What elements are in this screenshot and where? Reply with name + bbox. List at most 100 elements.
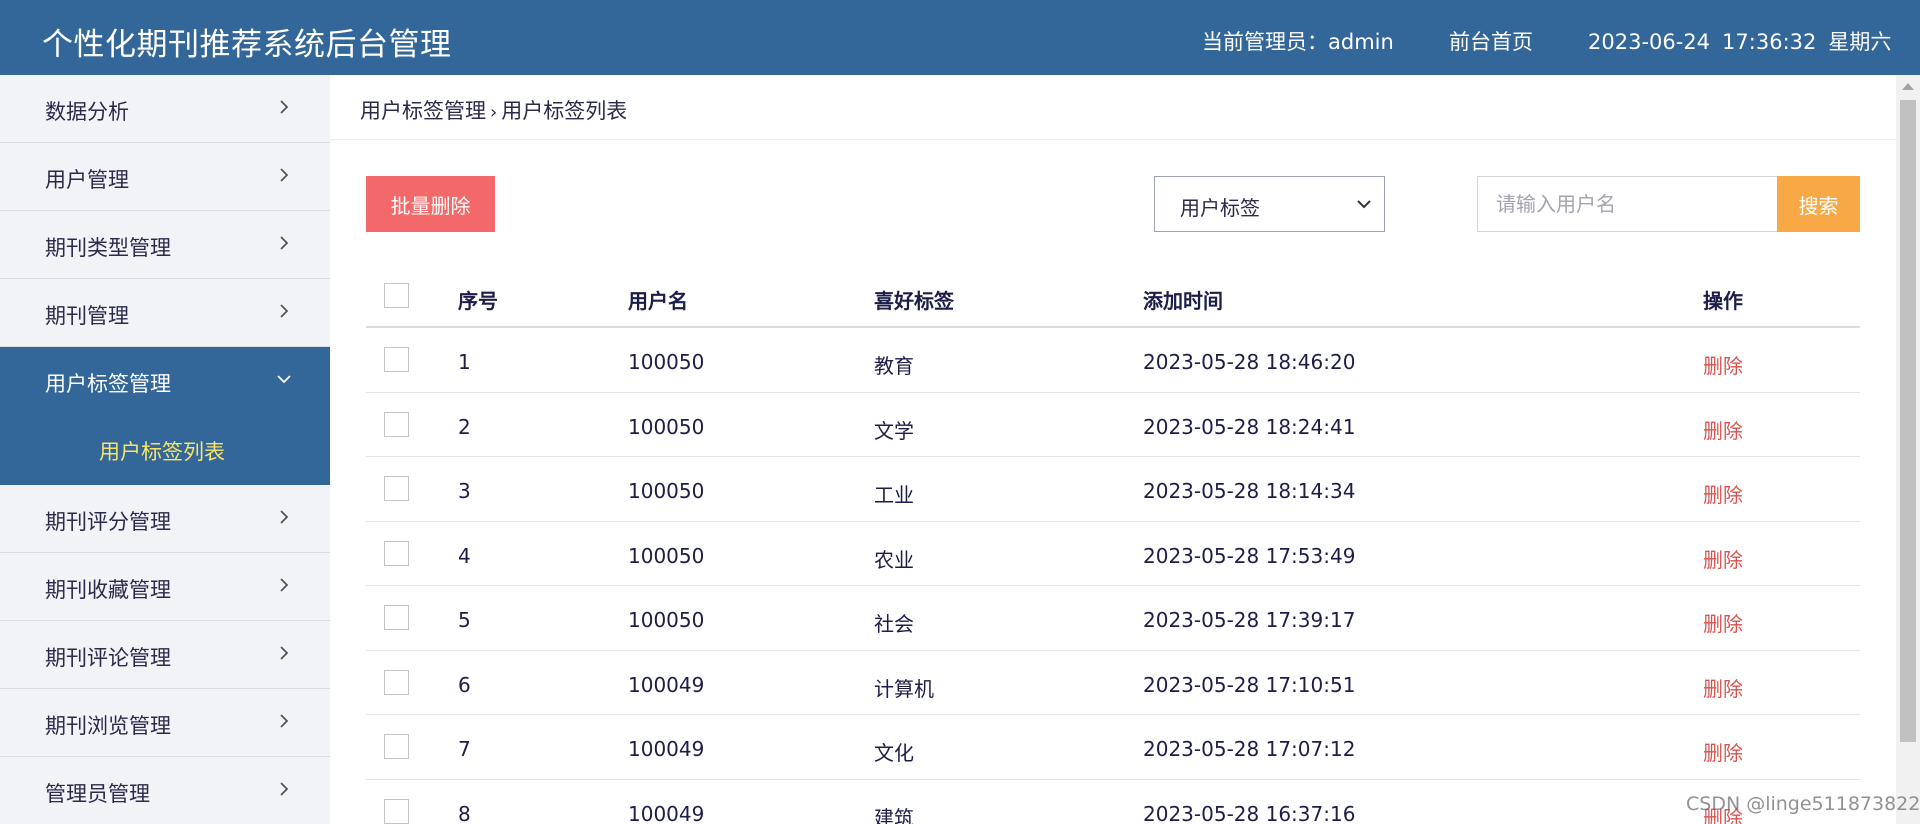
chevron-right-icon <box>280 714 289 728</box>
scrollbar-thumb[interactable] <box>1900 100 1916 742</box>
row-tag: 文化 <box>874 741 914 765</box>
row-time: 2023-05-28 17:07:12 <box>1143 737 1356 761</box>
row-tag: 工业 <box>874 483 914 507</box>
search-button[interactable]: 搜索 <box>1777 176 1860 232</box>
sidebar-item-label: 用户标签管理 <box>45 372 171 396</box>
sidebar-item-journal-management[interactable]: 期刊管理 <box>0 279 330 347</box>
row-username: 100050 <box>628 543 705 568</box>
sidebar-item-label: 期刊浏览管理 <box>45 714 171 738</box>
scroll-up-arrow-icon[interactable] <box>1902 83 1914 90</box>
row-username: 100050 <box>628 350 705 374</box>
select-value: 用户标签 <box>1180 196 1260 220</box>
table-header-row: 序号 用户名 喜好标签 添加时间 操作 <box>366 264 1860 328</box>
row-checkbox[interactable] <box>384 411 409 437</box>
sidebar-submenu-user-tag-list[interactable]: 用户标签列表 <box>0 415 330 485</box>
current-admin: 当前管理员：admin <box>1202 30 1394 54</box>
row-username: 100049 <box>628 801 705 824</box>
row-username: 100050 <box>628 479 705 503</box>
sidebar-item-label: 期刊评论管理 <box>45 646 171 670</box>
chevron-right-icon <box>280 782 289 796</box>
search-field-select[interactable]: 用户标签 <box>1154 176 1385 232</box>
tag-table: 序号 用户名 喜好标签 添加时间 操作 1 100050 教育 2023-05-… <box>366 264 1860 824</box>
row-delete-link[interactable]: 删除 <box>1703 415 1743 444</box>
sidebar-item-user-tag-management[interactable]: 用户标签管理 <box>0 347 330 415</box>
sidebar-item-journal-type-management[interactable]: 期刊类型管理 <box>0 211 330 279</box>
row-tag: 计算机 <box>874 676 934 701</box>
sidebar-item-user-management[interactable]: 用户管理 <box>0 143 330 211</box>
row-delete-link[interactable]: 删除 <box>1703 608 1743 637</box>
clock: 2023-06-24 17:36:32 星期六 <box>1588 26 1891 56</box>
row-tag: 文学 <box>874 418 914 443</box>
row-checkbox[interactable] <box>384 734 409 759</box>
sidebar-item-comment-management[interactable]: 期刊评论管理 <box>0 621 330 689</box>
row-seq: 6 <box>458 672 471 697</box>
row-seq: 5 <box>458 608 471 632</box>
main-content: 用户标签管理›用户标签列表 批量删除 用户标签 搜索 序号 用户名 喜好标签 添… <box>330 75 1896 824</box>
row-time: 2023-05-28 17:39:17 <box>1143 608 1356 632</box>
column-header-time: 添加时间 <box>1143 289 1223 313</box>
row-checkbox[interactable] <box>384 540 409 566</box>
row-delete-link[interactable]: 删除 <box>1703 544 1743 573</box>
sidebar-item-label: 期刊收藏管理 <box>45 578 171 602</box>
chevron-right-icon <box>280 578 289 592</box>
page-scrollbar[interactable] <box>1896 75 1920 824</box>
row-delete-link[interactable]: 删除 <box>1703 479 1743 508</box>
batch-delete-button[interactable]: 批量删除 <box>366 176 495 232</box>
breadcrumb-separator-icon: › <box>490 102 498 123</box>
sidebar-item-favorite-management[interactable]: 期刊收藏管理 <box>0 553 330 621</box>
column-header-seq: 序号 <box>458 289 498 313</box>
breadcrumb-current: 用户标签列表 <box>501 99 628 123</box>
row-username: 100049 <box>628 737 705 761</box>
sidebar-item-data-analysis[interactable]: 数据分析 <box>0 75 330 143</box>
watermark: CSDN @linge511873822 <box>1686 793 1920 815</box>
row-checkbox[interactable] <box>384 669 409 695</box>
row-checkbox[interactable] <box>384 605 409 630</box>
clock-weekday: 星期六 <box>1828 30 1892 54</box>
sidebar-item-rating-management[interactable]: 期刊评分管理 <box>0 485 330 553</box>
table-row: 3 100050 工业 2023-05-28 18:14:34 删除 <box>366 457 1860 522</box>
search-input[interactable] <box>1477 176 1778 232</box>
row-tag: 建筑 <box>874 805 914 824</box>
chevron-down-icon <box>1357 200 1371 209</box>
row-delete-link[interactable]: 删除 <box>1703 350 1743 379</box>
column-header-operation: 操作 <box>1703 289 1743 313</box>
table-row: 7 100049 文化 2023-05-28 17:07:12 删除 <box>366 715 1860 780</box>
column-header-tag: 喜好标签 <box>874 289 954 313</box>
row-seq: 2 <box>458 414 471 439</box>
breadcrumb-divider <box>330 139 1896 140</box>
chevron-right-icon <box>280 304 289 318</box>
row-checkbox[interactable] <box>384 347 409 372</box>
chevron-down-icon <box>277 375 291 384</box>
row-time: 2023-05-28 18:46:20 <box>1143 350 1356 374</box>
table-row: 4 100050 农业 2023-05-28 17:53:49 删除 <box>366 522 1860 586</box>
row-tag: 农业 <box>874 547 914 572</box>
breadcrumb-parent[interactable]: 用户标签管理 <box>360 99 486 123</box>
chevron-right-icon <box>280 510 289 524</box>
row-delete-link[interactable]: 删除 <box>1703 673 1743 702</box>
row-seq: 8 <box>458 801 471 824</box>
row-checkbox[interactable] <box>384 476 409 501</box>
sidebar-item-label: 期刊类型管理 <box>45 236 171 260</box>
row-tag: 社会 <box>874 612 914 636</box>
clock-date: 2023-06-24 <box>1588 30 1711 54</box>
row-seq: 1 <box>458 350 471 374</box>
row-seq: 4 <box>458 543 471 568</box>
row-tag: 教育 <box>874 354 914 378</box>
chevron-right-icon <box>280 236 289 250</box>
row-delete-link[interactable]: 删除 <box>1703 737 1743 766</box>
sidebar-item-admin-management[interactable]: 管理员管理 <box>0 757 330 824</box>
row-time: 2023-05-28 18:24:41 <box>1143 414 1356 439</box>
breadcrumb: 用户标签管理 › 用户标签列表 <box>360 95 627 125</box>
row-checkbox[interactable] <box>384 798 409 824</box>
row-seq: 7 <box>458 737 471 761</box>
sidebar-item-label: 期刊评分管理 <box>45 510 171 534</box>
sidebar-item-label: 期刊管理 <box>45 304 129 328</box>
table-row: 6 100049 计算机 2023-05-28 17:10:51 删除 <box>366 651 1860 715</box>
sidebar-item-browse-management[interactable]: 期刊浏览管理 <box>0 689 330 757</box>
chevron-right-icon <box>280 646 289 660</box>
front-home-link[interactable]: 前台首页 <box>1449 26 1533 56</box>
sidebar-item-label: 数据分析 <box>45 100 129 124</box>
table-row: 1 100050 教育 2023-05-28 18:46:20 删除 <box>366 328 1860 393</box>
select-all-checkbox[interactable] <box>384 283 409 308</box>
chevron-right-icon <box>280 100 289 114</box>
